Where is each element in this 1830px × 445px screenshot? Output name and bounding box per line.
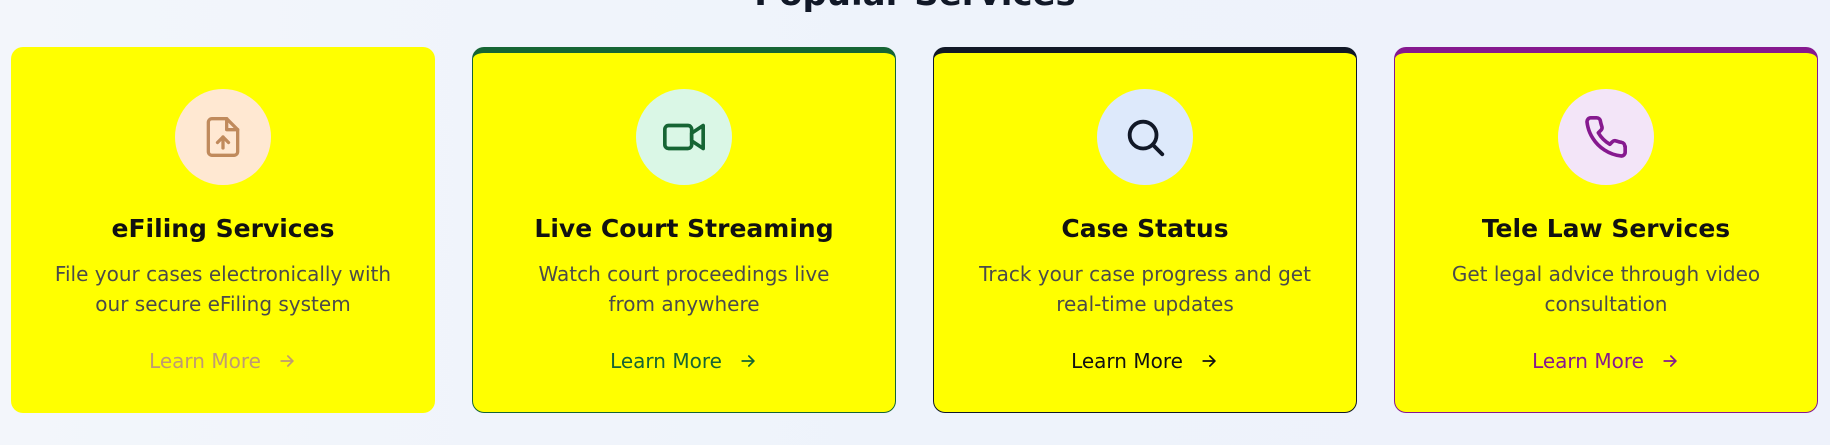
learn-more-label: Learn More <box>1071 349 1183 373</box>
card-tele-law-services[interactable]: Tele Law Services Get legal advice throu… <box>1394 47 1818 413</box>
learn-more-label: Learn More <box>149 349 261 373</box>
card-title: Case Status <box>1061 214 1229 243</box>
card-description: Watch court proceedings live from anywhe… <box>538 262 830 316</box>
arrow-right-icon <box>741 355 755 367</box>
card-title: eFiling Services <box>111 214 335 243</box>
phone-icon <box>1585 116 1627 158</box>
learn-more-link[interactable]: Learn More <box>1071 349 1219 373</box>
card-case-status[interactable]: Case Status Track your case progress and… <box>933 47 1357 413</box>
search-icon <box>1127 119 1165 157</box>
icon-circle <box>636 89 732 185</box>
learn-more-link[interactable]: Learn More <box>610 349 758 373</box>
services-card-grid: eFiling Services File your cases electro… <box>11 47 1818 413</box>
section-heading: Popular Services <box>0 0 1830 14</box>
card-description: Get legal advice through video consultat… <box>1451 262 1761 316</box>
learn-more-link[interactable]: Learn More <box>149 349 297 373</box>
icon-circle <box>1558 89 1654 185</box>
learn-more-label: Learn More <box>1532 349 1644 373</box>
card-title: Live Court Streaming <box>534 214 834 243</box>
video-camera-icon <box>663 123 705 151</box>
arrow-right-icon <box>1663 355 1677 367</box>
arrow-right-icon <box>280 355 294 367</box>
card-description: Track your case progress and get real-ti… <box>979 262 1311 316</box>
card-efiling-services[interactable]: eFiling Services File your cases electro… <box>11 47 435 413</box>
arrow-right-icon <box>1202 355 1216 367</box>
icon-circle <box>175 89 271 185</box>
file-upload-icon <box>206 117 240 157</box>
card-live-court-streaming[interactable]: Live Court Streaming Watch court proceed… <box>472 47 896 413</box>
learn-more-link[interactable]: Learn More <box>1532 349 1680 373</box>
icon-circle <box>1097 89 1193 185</box>
card-title: Tele Law Services <box>1481 214 1731 243</box>
card-description: File your cases electronically with our … <box>54 262 392 316</box>
learn-more-label: Learn More <box>610 349 722 373</box>
